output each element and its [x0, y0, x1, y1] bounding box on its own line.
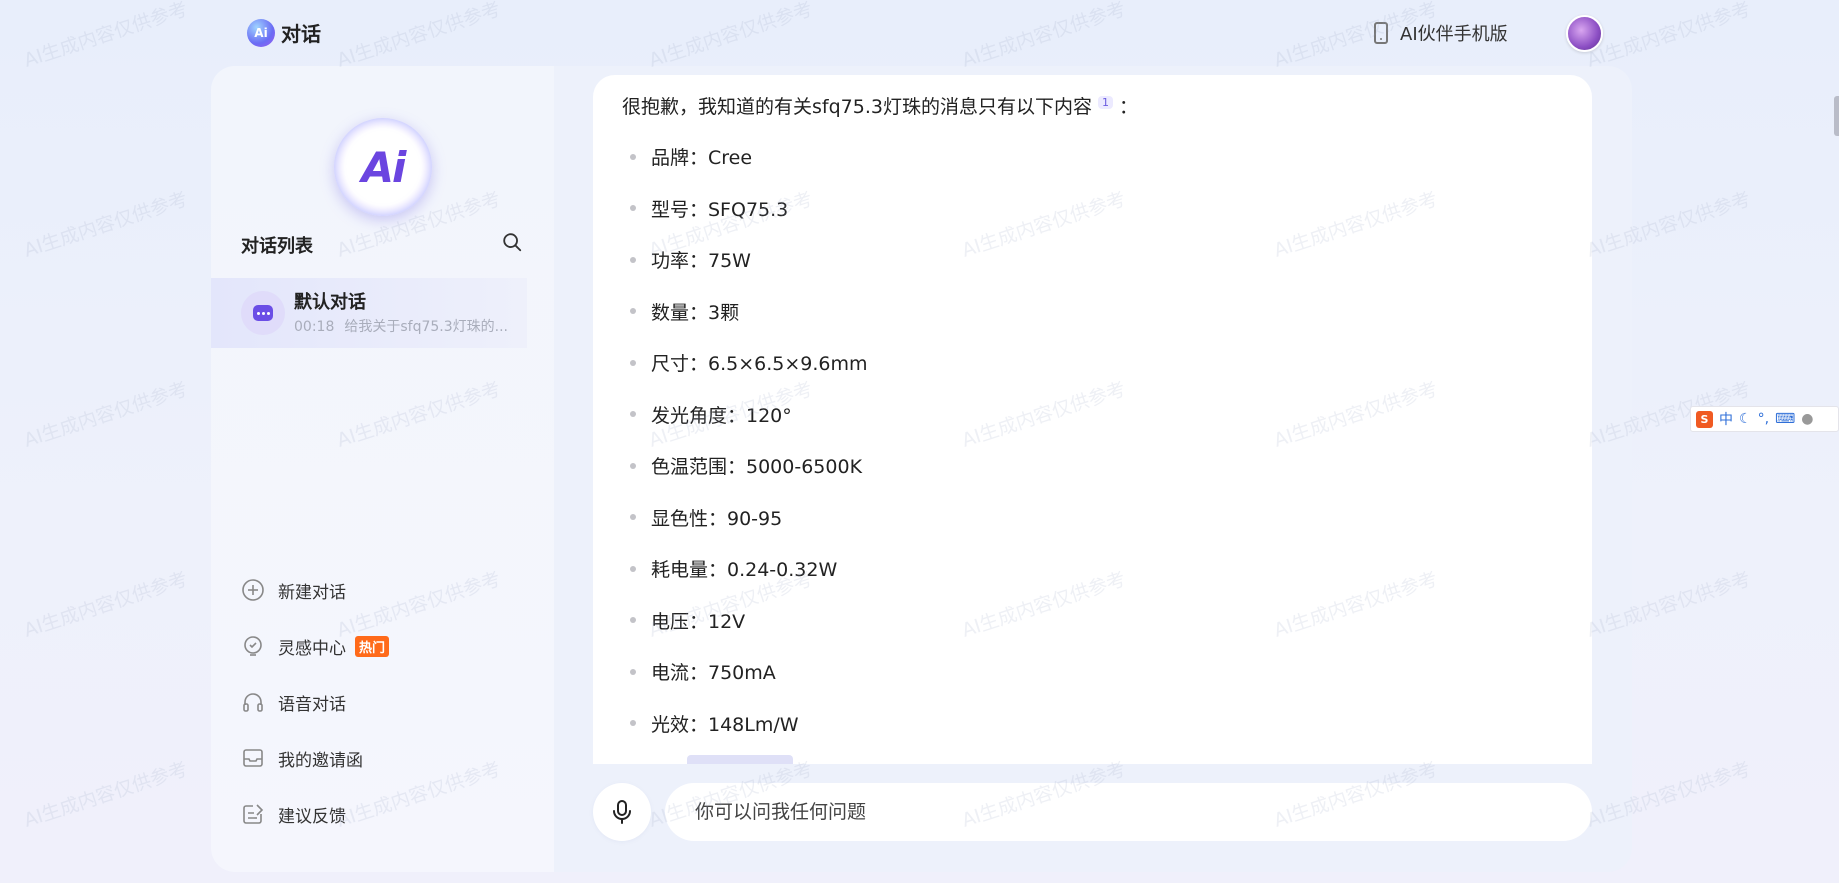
list-item: 光效：148Lm/W: [622, 698, 868, 750]
punctuation-icon[interactable]: °,: [1758, 411, 1769, 427]
list-item: 发光角度：120°: [622, 389, 868, 441]
ime-mode-label[interactable]: 中: [1719, 409, 1733, 429]
menu-label-inspiration: 灵感中心: [278, 638, 346, 659]
plus-circle-icon: [242, 579, 264, 601]
citation-marker[interactable]: 1: [1097, 95, 1113, 109]
menu-label-invitation: 我的邀请函: [278, 750, 363, 771]
conversation-preview: 给我关于sfq75.3灯珠的...: [344, 319, 508, 335]
conversation-time: 00:18: [294, 319, 335, 335]
menu-label-voice: 语音对话: [278, 694, 346, 715]
ime-toolbar[interactable]: S 中 ☾ °, ⌨ ●: [1690, 406, 1839, 432]
sidebar: Ai 对话列表 默认对话 00:18 给我关于sfq75.3灯珠的... 新建对话…: [211, 66, 554, 872]
feedback-button[interactable]: 建议反馈: [241, 786, 389, 842]
list-item: 显色性：90-95: [622, 492, 868, 544]
user-avatar[interactable]: [1566, 15, 1603, 52]
answer-intro-text: 很抱歉，我知道的有关sfq75.3灯珠的消息只有以下内容: [622, 96, 1092, 118]
chat-bubble-icon: [241, 291, 285, 335]
hot-badge: 热门: [355, 635, 390, 657]
list-item: 色温范围：5000-6500K: [622, 440, 868, 492]
list-item: 耗电量：0.24-0.32W: [622, 543, 868, 595]
list-item: 功率：75W: [622, 234, 868, 286]
voice-chat-button[interactable]: 语音对话: [241, 674, 389, 730]
conversation-meta: 00:18 给我关于sfq75.3灯珠的...: [294, 316, 508, 336]
menu-label-feedback: 建议反馈: [278, 806, 346, 827]
chat-input[interactable]: [665, 783, 1592, 841]
ai-logo-icon: Ai: [247, 18, 275, 47]
mobile-app-label: AI伙伴手机版: [1400, 24, 1508, 45]
answer-intro-colon: ：: [1118, 96, 1138, 118]
microphone-icon: [613, 800, 631, 824]
phone-icon: [1374, 22, 1388, 44]
mobile-app-link[interactable]: AI伙伴手机版: [1374, 20, 1508, 46]
scrollbar-handle[interactable]: [1834, 96, 1839, 136]
brand[interactable]: Ai 对话: [247, 18, 321, 47]
lightbulb-icon: [244, 636, 262, 656]
ai-orb-text: Ai: [361, 142, 407, 192]
page-title: 对话: [281, 22, 321, 46]
list-item: 品牌：Cree: [622, 131, 868, 183]
envelope-icon: [243, 749, 263, 767]
my-invitation-button[interactable]: 我的邀请函: [241, 730, 389, 786]
list-item: 电流：750mA: [622, 646, 868, 698]
top-bar: Ai 对话 AI伙伴手机版: [0, 0, 1839, 66]
list-item: 尺寸：6.5×6.5×9.6mm: [622, 337, 868, 389]
ai-orb-logo: Ai: [334, 118, 432, 216]
headphones-icon: [243, 693, 263, 712]
user-icon[interactable]: ●: [1801, 411, 1813, 427]
list-item: 型号：SFQ75.3: [622, 183, 868, 235]
list-item: 数量：3颗: [622, 286, 868, 338]
watermark-text: AI生成内容仅供参考: [21, 758, 191, 832]
menu-label-new: 新建对话: [278, 582, 346, 603]
inspiration-center-button[interactable]: 灵感中心 热门: [241, 618, 390, 674]
chat-response-card: 很抱歉，我知道的有关sfq75.3灯珠的消息只有以下内容 1 ： 品牌：Cree 型…: [593, 75, 1592, 764]
main-panel: Ai 对话列表 默认对话 00:18 给我关于sfq75.3灯珠的... 新建对话…: [211, 66, 1632, 872]
microphone-button[interactable]: [593, 783, 651, 841]
sidebar-menu: 新建对话 灵感中心 热门 语音对话 我的邀请函 建议反馈: [241, 562, 390, 842]
search-icon[interactable]: [501, 231, 523, 253]
list-item: 电压：12V: [622, 595, 868, 647]
clipped-content: [687, 755, 793, 764]
keyboard-icon[interactable]: ⌨: [1775, 411, 1795, 427]
watermark-text: AI生成内容仅供参考: [21, 378, 191, 452]
new-conversation-button[interactable]: 新建对话: [241, 562, 389, 618]
answer-intro: 很抱歉，我知道的有关sfq75.3灯珠的消息只有以下内容 1 ：: [622, 92, 1138, 119]
moon-icon[interactable]: ☾: [1739, 411, 1752, 427]
conversation-item[interactable]: 默认对话 00:18 给我关于sfq75.3灯珠的...: [211, 278, 527, 348]
watermark-text: AI生成内容仅供参考: [21, 568, 191, 642]
watermark-text: AI生成内容仅供参考: [21, 188, 191, 262]
ime-logo-icon: S: [1696, 410, 1713, 428]
feedback-icon: [243, 804, 264, 824]
conversation-list-title: 对话列表: [241, 236, 313, 257]
conversation-name: 默认对话: [294, 292, 366, 313]
spec-list: 品牌：Cree 型号：SFQ75.3 功率：75W 数量：3颗 尺寸：6.5×6…: [622, 131, 868, 749]
